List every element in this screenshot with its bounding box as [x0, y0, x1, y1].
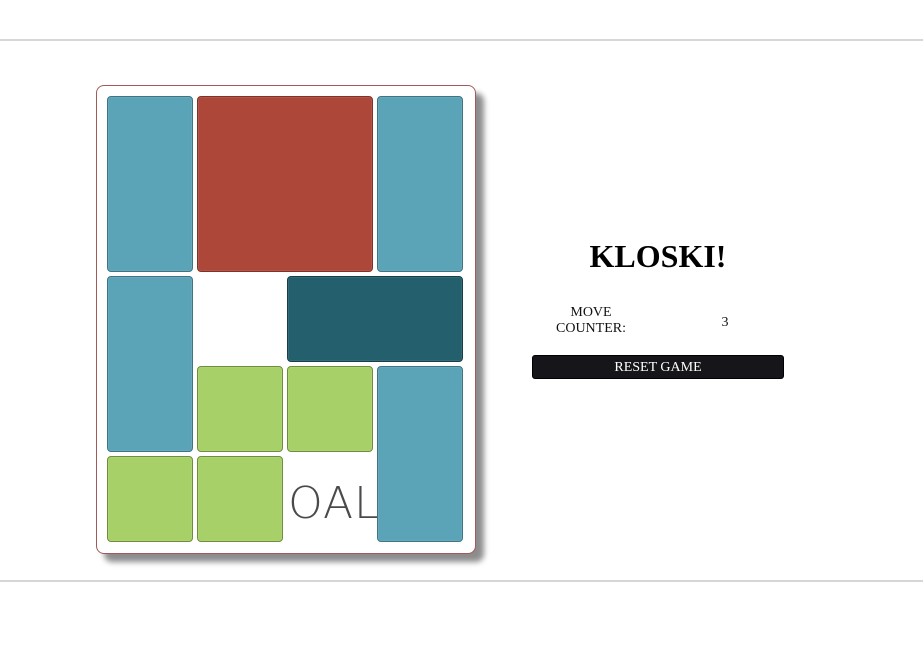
- small-block[interactable]: [197, 366, 283, 452]
- small-block[interactable]: [287, 366, 373, 452]
- move-counter-label: MOVE COUNTER:: [556, 305, 626, 336]
- top-divider: [0, 39, 923, 41]
- game-title: KLOSKI!: [589, 238, 727, 274]
- tall-block[interactable]: [377, 96, 463, 272]
- big-block[interactable]: [197, 96, 373, 272]
- puzzle-board: GOAL: [96, 85, 476, 554]
- wide-block[interactable]: [287, 276, 463, 362]
- tall-block[interactable]: [377, 366, 463, 542]
- move-counter-value: 3: [721, 315, 729, 330]
- small-block[interactable]: [197, 456, 283, 542]
- tall-block[interactable]: [107, 276, 193, 452]
- reset-game-button[interactable]: RESET GAME: [532, 355, 784, 379]
- tall-block[interactable]: [107, 96, 193, 272]
- small-block[interactable]: [107, 456, 193, 542]
- bottom-divider: [0, 580, 923, 582]
